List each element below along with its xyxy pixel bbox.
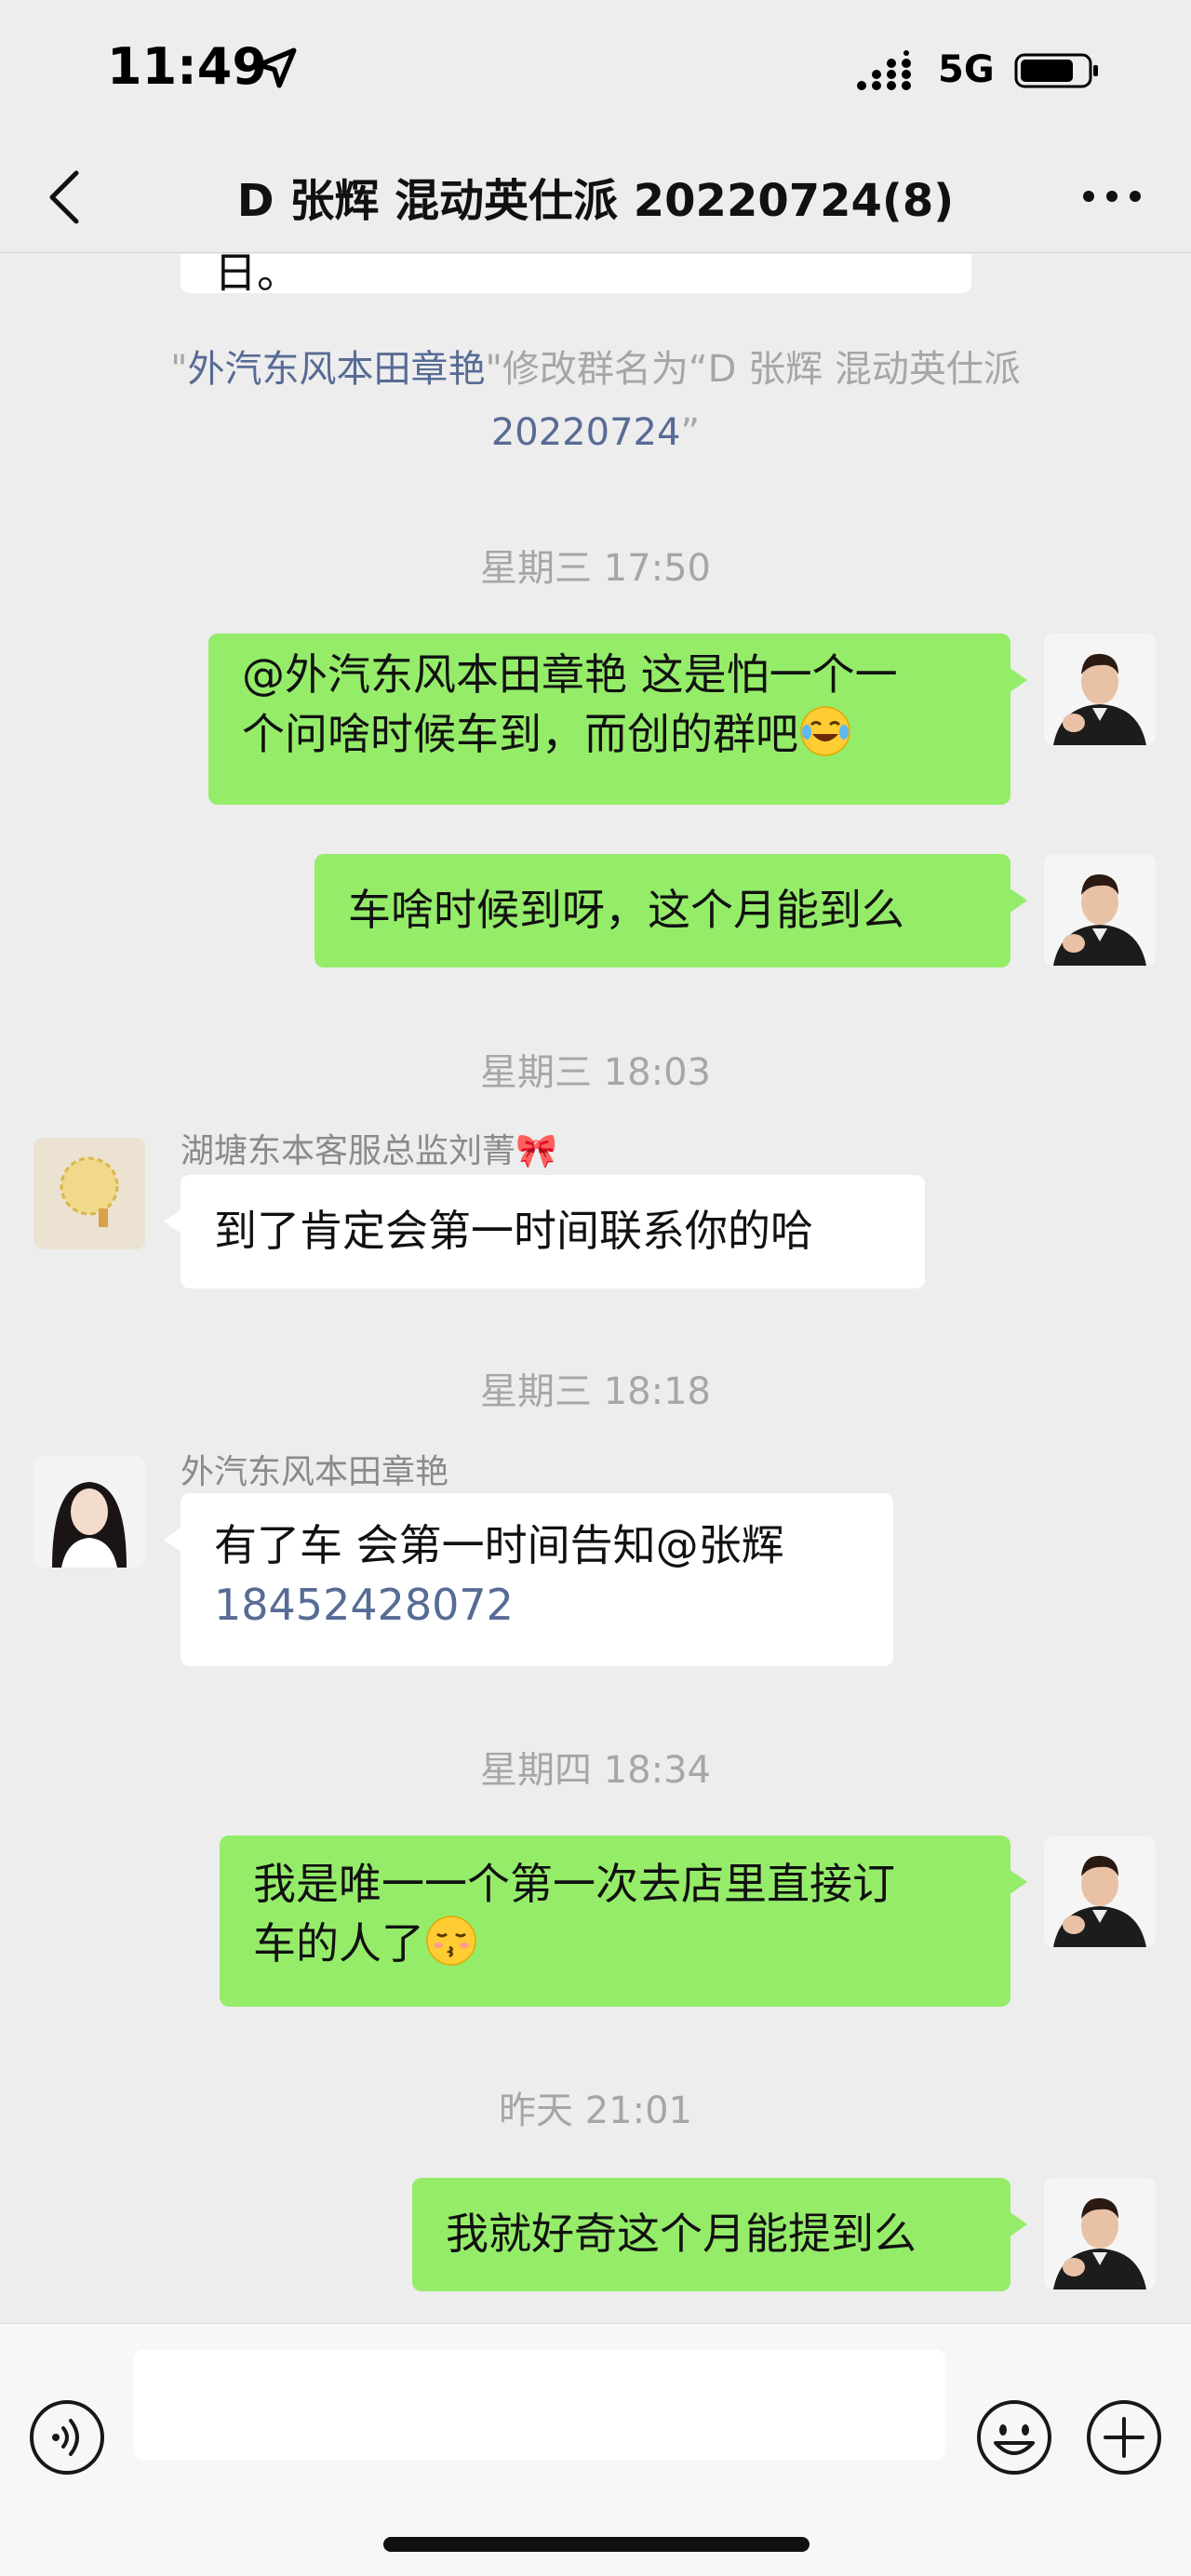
timestamp: 星期三 18:03 bbox=[480, 1051, 711, 1094]
system-new-name: 20220724 bbox=[490, 411, 681, 454]
status-time: 11:49 bbox=[107, 37, 267, 96]
network-type: 5G bbox=[938, 48, 995, 91]
message-text-line: 个问啥时候车到，而创的群吧 bbox=[242, 704, 977, 764]
message-text: 我就好奇这个月能提到么 bbox=[446, 2209, 917, 2259]
sender-name: 湖塘东本客服总监刘菁🎀 bbox=[181, 1132, 557, 1170]
chat-area[interactable]: 日。 "外汽东风本田章艳"修改群名为“D 张辉 混动英仕派 20220724” … bbox=[0, 254, 1191, 2323]
more-dots-icon[interactable] bbox=[1079, 173, 1144, 220]
timestamp: 星期三 18:18 bbox=[480, 1370, 711, 1413]
sender-name: 外汽东风本田章艳 bbox=[181, 1453, 449, 1491]
message-text-line: @外汽东风本田章艳 这是怕一个一 bbox=[242, 649, 898, 700]
message-text: 个问啥时候车到，而创的群吧 bbox=[242, 709, 798, 759]
system-action-text: "修改群名为“D 张辉 混动英仕派 bbox=[485, 348, 1021, 391]
message-bubble-mine[interactable]: 我是唯一一个第一次去店里直接订 车的人了 bbox=[220, 1835, 1027, 2007]
message-text-line: 我是唯一一个第一次去店里直接订 bbox=[253, 1859, 895, 1909]
avatar-umbrella-image bbox=[33, 1138, 145, 1249]
message-text-line: 有了车 会第一时间告知@张辉 bbox=[214, 1520, 784, 1570]
signal-icon bbox=[857, 50, 911, 90]
avatar-man-image bbox=[1044, 854, 1156, 966]
message-text-line: 车的人了 bbox=[253, 1914, 977, 1973]
timestamp: 星期三 17:50 bbox=[480, 547, 711, 590]
system-message: "外汽东风本田章艳"修改群名为“D 张辉 混动英仕派 20220724” bbox=[121, 338, 1070, 464]
quote-open: " bbox=[170, 348, 188, 391]
avatar-zhangyan[interactable] bbox=[33, 1456, 145, 1568]
emoji-icon[interactable] bbox=[975, 2398, 1053, 2476]
voice-icon[interactable] bbox=[28, 2398, 106, 2476]
phone-link[interactable]: 18452428072 bbox=[214, 1575, 860, 1635]
quote-close: ” bbox=[680, 411, 701, 454]
system-actor-link[interactable]: 外汽东风本田章艳 bbox=[188, 348, 486, 391]
back-chevron-icon[interactable] bbox=[37, 160, 93, 234]
message-text: 到了肯定会第一时间联系你的哈 bbox=[214, 1206, 813, 1256]
message-text: 日。 bbox=[214, 254, 300, 298]
timestamp: 昨天 21:01 bbox=[499, 2089, 692, 2132]
message-bubble-mine[interactable]: 我就好奇这个月能提到么 bbox=[412, 2178, 1027, 2291]
chat-title: D 张辉 混动英仕派 20220724(8) bbox=[236, 175, 955, 227]
battery-icon bbox=[1014, 53, 1098, 88]
avatar-man-image bbox=[1044, 634, 1156, 745]
message-bubble-other[interactable]: 有了车 会第一时间告知@张辉 18452428072 bbox=[164, 1493, 893, 1666]
status-bar: 11:49 5G bbox=[0, 0, 1191, 140]
avatar-man-image bbox=[1044, 2178, 1156, 2289]
nav-bar: D 张辉 混动英仕派 20220724(8) bbox=[0, 140, 1191, 253]
message-text: 车的人了 bbox=[253, 1918, 424, 1969]
avatar-woman-image bbox=[33, 1456, 145, 1568]
plus-icon[interactable] bbox=[1085, 2398, 1163, 2476]
laughing-tears-emoji bbox=[800, 706, 850, 756]
avatar-man-image bbox=[1044, 1835, 1156, 1947]
location-arrow-icon bbox=[256, 47, 297, 88]
avatar-me[interactable] bbox=[1044, 634, 1156, 745]
kissing-emoji bbox=[426, 1915, 476, 1966]
message-bubble-mine[interactable]: 车啥时候到呀，这个月能到么 bbox=[314, 854, 1027, 968]
avatar-me[interactable] bbox=[1044, 1835, 1156, 1947]
message-bubble-other[interactable]: 到了肯定会第一时间联系你的哈 bbox=[164, 1175, 925, 1288]
home-indicator[interactable] bbox=[383, 2537, 810, 2552]
avatar-kefu[interactable] bbox=[33, 1138, 145, 1249]
message-text: 车啥时候到呀，这个月能到么 bbox=[348, 885, 904, 935]
message-bubble-mine[interactable]: @外汽东风本田章艳 这是怕一个一 个问啥时候车到，而创的群吧 bbox=[208, 634, 1027, 805]
avatar-me[interactable] bbox=[1044, 854, 1156, 966]
timestamp: 星期四 18:34 bbox=[480, 1749, 711, 1792]
message-bubble-partial[interactable]: 日。 bbox=[181, 254, 971, 298]
avatar-me[interactable] bbox=[1044, 2178, 1156, 2289]
message-input[interactable] bbox=[134, 2350, 945, 2460]
